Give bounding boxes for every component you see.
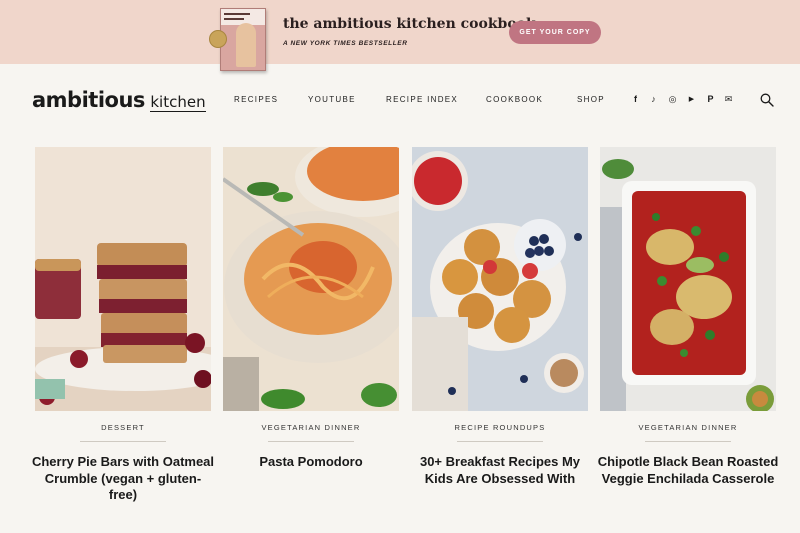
nav-shop[interactable]: SHOP xyxy=(577,95,605,104)
banner-subtitle: A NEW YORK TIMES BESTSELLER xyxy=(283,40,408,47)
card-category[interactable]: VEGETARIAN DINNER xyxy=(223,423,399,432)
facebook-icon[interactable]: f xyxy=(630,94,641,105)
card-category[interactable]: RECIPE ROUNDUPS xyxy=(412,423,588,432)
cherry-pie-bars-image[interactable] xyxy=(35,147,211,411)
card-divider xyxy=(645,441,731,442)
promo-banner: the ambitious kitchen cookbook A NEW YOR… xyxy=(0,0,800,71)
card-title[interactable]: Cherry Pie Bars with Oatmeal Crumble (ve… xyxy=(31,454,215,504)
card-title[interactable]: Pasta Pomodoro xyxy=(219,454,403,471)
card-category[interactable]: VEGETARIAN DINNER xyxy=(600,423,776,432)
logo-sub-text: kitchen xyxy=(150,93,206,112)
instagram-icon[interactable]: ◎ xyxy=(667,94,678,105)
bestseller-seal-icon xyxy=(209,30,227,48)
logo-main-text: ambitious xyxy=(32,88,145,112)
recipe-card[interactable]: VEGETARIAN DINNER Chipotle Black Bean Ro… xyxy=(598,147,778,527)
card-title[interactable]: 30+ Breakfast Recipes My Kids Are Obsess… xyxy=(408,454,592,487)
recipe-card[interactable]: RECIPE ROUNDUPS 30+ Breakfast Recipes My… xyxy=(412,147,588,527)
youtube-icon[interactable]: ▶ xyxy=(686,94,697,105)
nav-recipes[interactable]: RECIPES xyxy=(234,95,278,104)
pinterest-icon[interactable]: P xyxy=(705,94,716,105)
card-divider xyxy=(268,441,354,442)
nav-cookbook[interactable]: COOKBOOK xyxy=(486,95,543,104)
recipe-card[interactable]: VEGETARIAN DINNER Pasta Pomodoro xyxy=(223,147,399,527)
card-category[interactable]: DESSERT xyxy=(35,423,211,432)
tiktok-icon[interactable]: ♪ xyxy=(648,94,659,105)
get-your-copy-button[interactable]: GET YOUR COPY xyxy=(509,21,601,44)
recipe-card[interactable]: DESSERT Cherry Pie Bars with Oatmeal Cru… xyxy=(32,147,214,527)
pasta-pomodoro-image[interactable] xyxy=(223,147,399,411)
card-title[interactable]: Chipotle Black Bean Roasted Veggie Enchi… xyxy=(596,454,780,487)
breakfast-pancakes-image[interactable] xyxy=(412,147,588,411)
nav-recipe-index[interactable]: RECIPE INDEX xyxy=(386,95,458,104)
email-icon[interactable]: ✉ xyxy=(723,94,734,105)
search-icon[interactable] xyxy=(760,93,774,107)
enchilada-casserole-image[interactable] xyxy=(600,147,776,411)
nav-youtube[interactable]: YOUTUBE xyxy=(308,95,356,104)
banner-title: the ambitious kitchen cookbook xyxy=(283,16,536,32)
card-divider xyxy=(80,441,166,442)
site-logo[interactable]: ambitious kitchen xyxy=(32,88,206,112)
card-divider xyxy=(457,441,543,442)
